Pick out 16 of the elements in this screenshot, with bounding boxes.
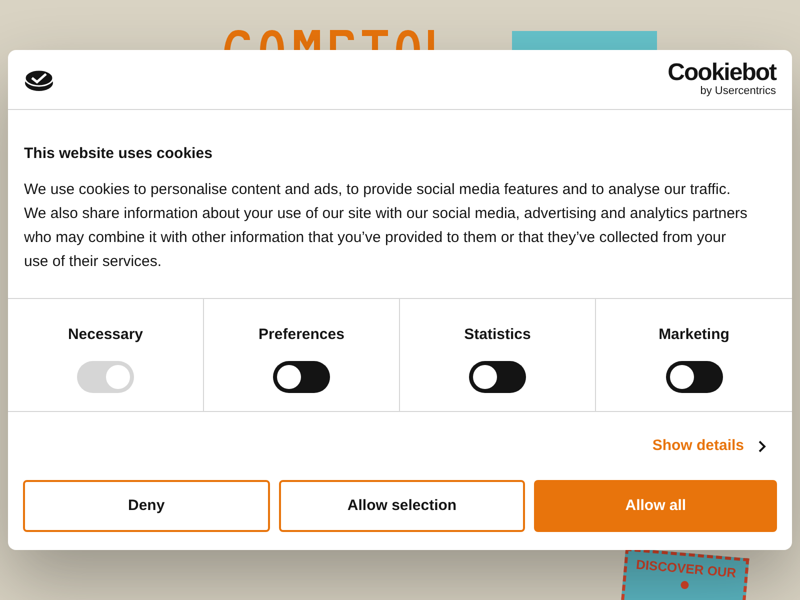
stamp-text: DISCOVER OUR (636, 558, 737, 580)
cookie-check-icon (24, 68, 54, 92)
chevron-right-icon (758, 440, 766, 452)
category-label: Marketing (658, 325, 730, 345)
category-label: Statistics (464, 325, 531, 345)
consent-button[interactable]: Allow selection (278, 480, 526, 532)
brand-byline: by Usercentrics (700, 84, 776, 98)
consent-button[interactable]: Deny (23, 480, 270, 532)
category-toggle[interactable] (469, 360, 526, 392)
brand-name: Cookiebot (668, 60, 776, 85)
category-toggle[interactable] (273, 360, 330, 392)
dialog-title: This website uses cookies (24, 144, 214, 164)
category-toggle[interactable] (666, 360, 722, 392)
category-label: Necessary (68, 325, 144, 345)
dialog-description: We use cookies to personalise content and ads, to provide social media features and to analyse our traffic. We also share information about your use of our site with our social media, advertising and analytics partners who may combine it with other information that you’ve provided to them or that they’ve collected from your use of their services. (24, 180, 748, 272)
category-label: Preferences (258, 325, 344, 345)
